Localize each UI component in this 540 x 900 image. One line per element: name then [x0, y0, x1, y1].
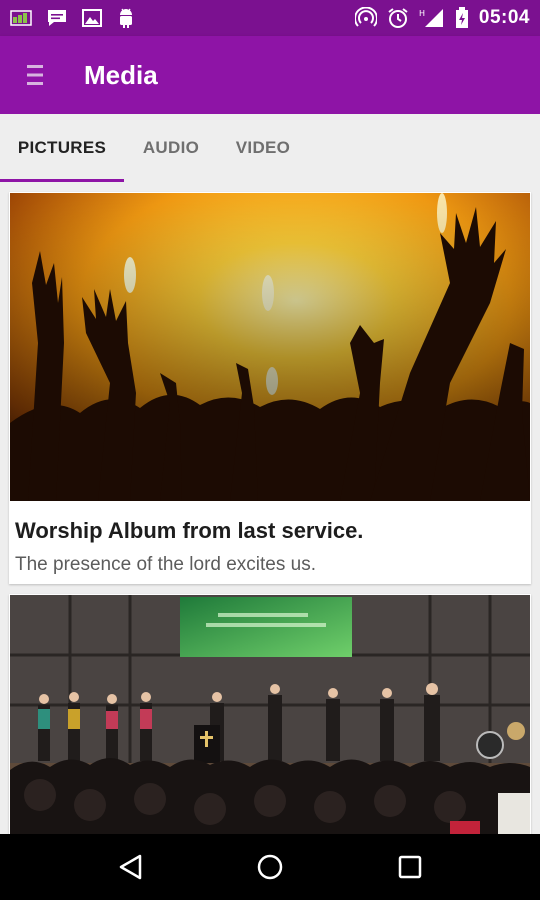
- hotspot-icon: [354, 7, 377, 27]
- page-title: Media: [84, 59, 158, 90]
- android-icon: [120, 8, 132, 28]
- card-subtitle: The presence of the lord excites us.: [15, 554, 316, 575]
- card-title: Worship Album from last service.: [15, 518, 364, 543]
- status-time: 05:04: [478, 7, 530, 28]
- home-icon: [257, 854, 283, 880]
- tab-video[interactable]: VIDEO: [218, 114, 308, 182]
- status-bar: H 05:04: [0, 0, 540, 36]
- tab-pictures[interactable]: PICTURES: [0, 114, 124, 182]
- back-button[interactable]: [100, 837, 160, 897]
- concert-hands-photo[interactable]: [10, 193, 530, 501]
- home-button[interactable]: [240, 837, 300, 897]
- battery-icon: [455, 7, 468, 28]
- back-icon: [119, 854, 142, 880]
- signal-icon: H: [419, 9, 443, 27]
- tab-bar: PICTURES AUDIO VIDEO: [0, 114, 540, 182]
- app-bar: Media: [0, 36, 540, 114]
- chat-bubble-icon: [48, 10, 66, 26]
- media-card[interactable]: [9, 594, 531, 834]
- tab-audio[interactable]: AUDIO: [124, 114, 218, 182]
- hamburger-menu-icon: [27, 65, 43, 85]
- recents-button[interactable]: [380, 837, 440, 897]
- menu-button[interactable]: [0, 36, 70, 114]
- sim-card-icon: [10, 10, 32, 26]
- media-list[interactable]: Worship Album from last service. The pre…: [0, 182, 540, 834]
- svg-text:H: H: [419, 9, 425, 18]
- media-card[interactable]: Worship Album from last service. The pre…: [9, 192, 531, 584]
- navigation-bar: [0, 834, 540, 900]
- status-system: H 05:04: [354, 7, 530, 29]
- status-notifications: [10, 7, 136, 29]
- recents-icon: [398, 855, 422, 879]
- worship-stage-photo[interactable]: [10, 595, 530, 834]
- image-icon: [82, 9, 102, 27]
- alarm-icon: [388, 8, 408, 28]
